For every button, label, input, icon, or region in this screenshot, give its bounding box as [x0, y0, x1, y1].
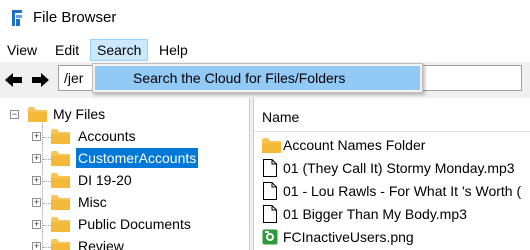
file-row[interactable]: Account Names Folder	[262, 134, 530, 156]
expand-toggle[interactable]: +	[32, 242, 41, 250]
folder-tree: − My Files + Accounts + CustomerAccounts…	[0, 98, 249, 250]
expand-toggle[interactable]: +	[32, 220, 41, 229]
file-row[interactable]: FCInactiveUsers.png	[262, 226, 530, 248]
folder-icon	[51, 195, 70, 210]
folder-icon	[51, 173, 70, 188]
tree-connector-line	[43, 181, 51, 182]
collapse-toggle[interactable]: −	[10, 110, 19, 119]
folder-icon	[28, 107, 47, 122]
tree-connector-line	[43, 159, 51, 160]
app-logo-icon	[12, 10, 22, 26]
tree-item-public-documents[interactable]: + Public Documents	[0, 214, 249, 236]
folder-icon	[262, 138, 281, 153]
file-name: 01 - Lou Rawls - For What It 's Worth (	[283, 183, 522, 199]
forward-arrow-icon[interactable]	[30, 71, 50, 89]
file-name: FCInactiveUsers.png	[283, 229, 414, 245]
file-name: 01 Bigger Than My Body.mp3	[283, 206, 467, 222]
expand-toggle[interactable]: +	[32, 154, 41, 163]
menu-search[interactable]: Search	[90, 39, 149, 61]
search-menu-dropdown: Search the Cloud for Files/Folders	[92, 63, 423, 93]
folder-icon	[51, 239, 70, 250]
image-file-icon	[262, 229, 278, 245]
file-row[interactable]: 01 (They Call It) Stormy Monday.mp3	[262, 157, 530, 179]
tree-label: Misc	[78, 194, 107, 210]
menu-view[interactable]: View	[1, 40, 43, 60]
back-arrow-icon[interactable]	[4, 71, 24, 89]
tree-item-review[interactable]: + Review	[0, 236, 249, 250]
tree-connector-line	[43, 247, 51, 248]
file-icon	[263, 182, 277, 200]
tree-item-customeraccounts[interactable]: + CustomerAccounts	[0, 148, 249, 170]
tree-connector-line	[43, 203, 51, 204]
search-cloud-menu-item[interactable]: Search the Cloud for Files/Folders	[95, 66, 420, 90]
menu-help[interactable]: Help	[153, 40, 194, 60]
header-divider	[254, 131, 530, 132]
tree-label: Public Documents	[78, 216, 191, 232]
folder-icon	[51, 151, 70, 166]
file-row[interactable]: 01 Bigger Than My Body.mp3	[262, 203, 530, 225]
file-row[interactable]: 01 - Lou Rawls - For What It 's Worth (	[262, 180, 530, 202]
file-icon	[263, 159, 277, 177]
file-name: 01 (They Call It) Stormy Monday.mp3	[283, 160, 515, 176]
tree-item-di-19-20[interactable]: + DI 19-20	[0, 170, 249, 192]
tree-connector-line	[43, 225, 51, 226]
tree-item-misc[interactable]: + Misc	[0, 192, 249, 214]
window-title: File Browser	[33, 9, 117, 26]
folder-icon	[51, 217, 70, 232]
tree-label: My Files	[53, 106, 106, 122]
folder-icon	[51, 129, 70, 144]
menu-edit[interactable]: Edit	[49, 40, 85, 60]
column-header-name[interactable]: Name	[262, 109, 299, 125]
tree-label: DI 19-20	[78, 172, 132, 188]
tree-label-selected: CustomerAccounts	[76, 148, 199, 168]
expand-toggle[interactable]: +	[32, 132, 41, 141]
tree-label: Accounts	[78, 128, 136, 144]
expand-toggle[interactable]: +	[32, 176, 41, 185]
file-list: Name Account Names Folder 01 (They Call …	[254, 98, 530, 250]
tree-label: Review	[78, 238, 124, 250]
title-bar: File Browser	[0, 0, 530, 36]
file-name: Account Names Folder	[283, 137, 426, 153]
expand-toggle[interactable]: +	[32, 198, 41, 207]
tree-item-accounts[interactable]: + Accounts	[0, 126, 249, 148]
menu-bar: View Edit Search Help	[0, 38, 530, 62]
file-icon	[263, 205, 277, 223]
tree-item-my-files[interactable]: − My Files	[0, 104, 249, 126]
tree-connector-line	[43, 137, 51, 138]
